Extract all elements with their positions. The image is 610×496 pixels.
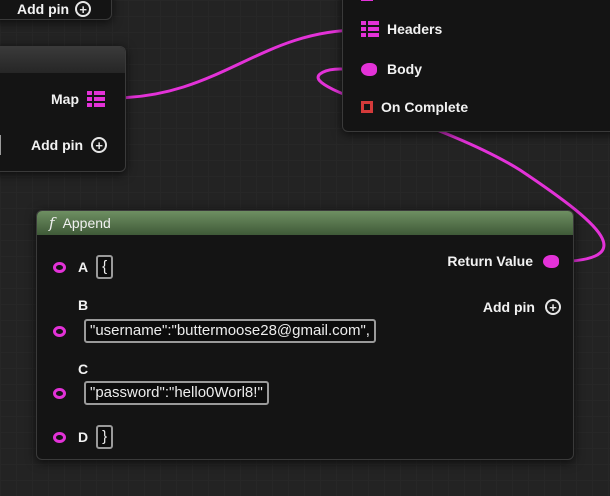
add-pin-icon[interactable]: + [91, 137, 108, 153]
pin-row-b: B [53, 297, 88, 313]
add-pin-icon[interactable]: + [75, 1, 92, 17]
add-pin-label: Add pin [17, 1, 70, 17]
map-node-header [0, 47, 125, 73]
map-icon[interactable] [361, 21, 379, 37]
input-field-a[interactable]: { [96, 255, 114, 279]
partial-pin [361, 0, 373, 1]
add-pin-label: Add pin [31, 137, 84, 153]
input-pin-c[interactable] [53, 387, 66, 399]
pin-label-d: D [78, 429, 89, 445]
map-output-label: Map [51, 91, 79, 107]
on-complete-label: On Complete [381, 99, 469, 115]
input-field-c[interactable]: "password":"hello0Worl8!" [84, 381, 269, 405]
add-pin-icon[interactable]: + [545, 299, 561, 315]
exec-pin-icon[interactable] [361, 101, 373, 113]
body-pin[interactable] [361, 62, 377, 76]
field-edge [0, 135, 1, 155]
body-label: Body [387, 61, 422, 77]
input-pin-d[interactable] [53, 431, 66, 443]
input-pin-b[interactable] [53, 325, 66, 337]
return-value-label: Return Value [447, 253, 533, 269]
input-field-d[interactable]: } [96, 425, 114, 449]
pin-row-d: D } [53, 425, 114, 449]
headers-label: Headers [387, 21, 443, 37]
pin-row-c: C [53, 361, 88, 377]
request-node[interactable]: Headers Body On Complete [342, 0, 610, 132]
return-value-row: Return Value [447, 253, 559, 269]
return-value-pin[interactable] [543, 254, 559, 268]
pin-label-c: C [78, 361, 89, 377]
input-field-b[interactable]: "username":"buttermoose28@gmail.com", [84, 319, 376, 343]
input-pin-a[interactable] [53, 261, 66, 273]
add-pin-row: Add pin + [483, 299, 561, 315]
function-icon: f [49, 214, 55, 232]
map-icon[interactable] [87, 91, 105, 107]
map-node[interactable]: Map Add pin + [0, 46, 126, 172]
node-title: Append [62, 215, 111, 231]
append-node-header[interactable]: f Append [37, 211, 573, 235]
top-left-node[interactable]: Add pin + [0, 0, 112, 20]
append-node[interactable]: f Append A { B "username":"buttermoose28… [36, 210, 574, 460]
wire-map-to-headers [111, 28, 361, 100]
pin-label-b: B [78, 297, 89, 313]
pin-row-a: A { [53, 255, 114, 279]
pin-label-a: A [78, 259, 89, 275]
add-pin-label: Add pin [482, 299, 535, 315]
